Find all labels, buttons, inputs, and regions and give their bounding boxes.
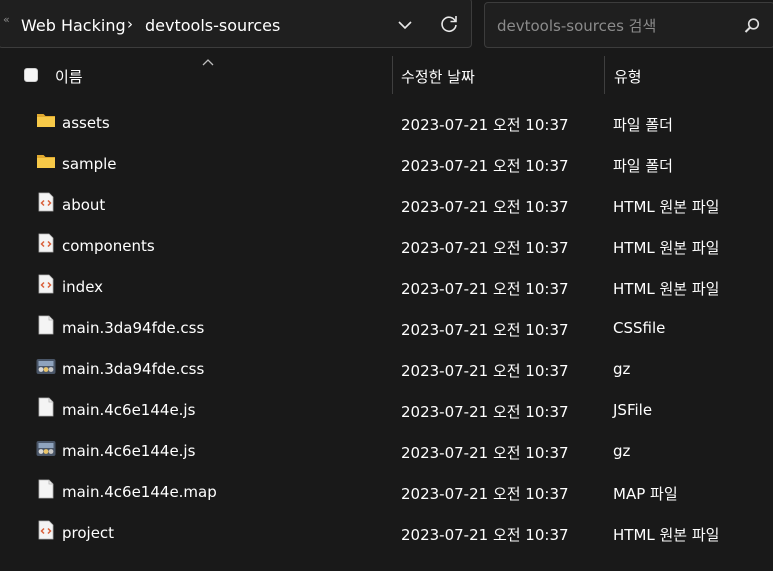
file-date-modified: 2023-07-21 오전 10:37 [401,116,569,134]
column-divider[interactable] [392,56,393,94]
blank-file-icon [38,479,54,499]
search-input[interactable] [495,13,739,39]
column-header-date-modified[interactable]: 수정한 날짜 [401,66,475,87]
file-row[interactable]: assets 2023-07-21 오전 10:37 파일 폴더 [0,102,773,143]
file-row[interactable]: main.3da94fde.css 2023-07-21 오전 10:37 CS… [0,307,773,348]
html-file-icon [38,192,54,212]
file-type: HTML 원본 파일 [613,280,720,298]
file-row[interactable]: about 2023-07-21 오전 10:37 HTML 원본 파일 [0,184,773,225]
file-type: HTML 원본 파일 [613,239,720,257]
file-date-modified: 2023-07-21 오전 10:37 [401,198,569,216]
file-date-modified: 2023-07-21 오전 10:37 [401,362,569,380]
chevron-down-icon[interactable] [395,15,415,35]
file-date-modified: 2023-07-21 오전 10:37 [401,157,569,175]
file-date-modified: 2023-07-21 오전 10:37 [401,239,569,257]
column-header: 이름 수정한 날짜 유형 [0,56,773,96]
file-date-modified: 2023-07-21 오전 10:37 [401,526,569,544]
folder-icon [37,114,55,127]
file-type: JSFile [613,401,653,419]
file-list: assets 2023-07-21 오전 10:37 파일 폴더 sample … [0,102,773,553]
breadcrumb-devtools-sources[interactable]: devtools-sources [145,16,280,35]
file-name: main.4c6e144e.js [62,442,196,460]
file-name: index [62,278,104,296]
archive-file-icon [36,359,56,374]
column-header-type[interactable]: 유형 [614,66,642,87]
file-name: main.3da94fde.css [62,360,205,378]
breadcrumb-web-hacking[interactable]: Web Hacking [21,16,126,35]
breadcrumb-separator[interactable]: › [127,15,133,33]
html-file-icon [38,520,54,540]
file-name: main.4c6e144e.js [62,401,196,419]
search-icon[interactable] [743,17,761,35]
file-name: about [62,196,106,214]
file-date-modified: 2023-07-21 오전 10:37 [401,485,569,503]
file-name: project [62,524,115,542]
file-row[interactable]: project 2023-07-21 오전 10:37 HTML 원본 파일 [0,512,773,553]
file-row[interactable]: main.4c6e144e.map 2023-07-21 오전 10:37 MA… [0,471,773,512]
file-type: MAP 파일 [613,485,678,503]
archive-file-icon [36,441,56,456]
file-type: 파일 폴더 [613,157,673,175]
blank-file-icon [38,315,54,335]
file-date-modified: 2023-07-21 오전 10:37 [401,280,569,298]
column-header-name[interactable]: 이름 [55,66,83,87]
file-name: main.4c6e144e.map [62,483,217,501]
file-name: components [62,237,155,255]
file-row[interactable]: sample 2023-07-21 오전 10:37 파일 폴더 [0,143,773,184]
html-file-icon [38,233,54,253]
toolbar: « Web Hacking › devtools-sources [0,0,773,52]
file-row[interactable]: main.4c6e144e.js 2023-07-21 오전 10:37 JSF… [0,389,773,430]
blank-file-icon [38,397,54,417]
sort-ascending-icon [202,59,214,66]
file-type: HTML 원본 파일 [613,198,720,216]
file-date-modified: 2023-07-21 오전 10:37 [401,444,569,462]
refresh-icon[interactable] [437,12,461,36]
file-date-modified: 2023-07-21 오전 10:37 [401,403,569,421]
address-bar[interactable]: « Web Hacking › devtools-sources [0,0,472,48]
file-type: HTML 원본 파일 [613,526,720,544]
file-name: sample [62,155,117,173]
html-file-icon [38,274,54,294]
file-type: CSSfile [613,319,666,337]
column-divider[interactable] [604,56,605,94]
file-type: 파일 폴더 [613,116,673,134]
file-date-modified: 2023-07-21 오전 10:37 [401,321,569,339]
file-row[interactable]: index 2023-07-21 오전 10:37 HTML 원본 파일 [0,266,773,307]
file-name: assets [62,114,110,132]
folder-icon [37,155,55,168]
search-box[interactable] [484,2,773,48]
file-name: main.3da94fde.css [62,319,205,337]
select-all-checkbox[interactable] [24,68,38,82]
file-type: gz [613,442,631,460]
breadcrumb-overflow-button[interactable]: « [3,13,10,26]
file-type: gz [613,360,631,378]
file-row[interactable]: components 2023-07-21 오전 10:37 HTML 원본 파… [0,225,773,266]
file-row[interactable]: main.3da94fde.css 2023-07-21 오전 10:37 gz [0,348,773,389]
file-row[interactable]: main.4c6e144e.js 2023-07-21 오전 10:37 gz [0,430,773,471]
